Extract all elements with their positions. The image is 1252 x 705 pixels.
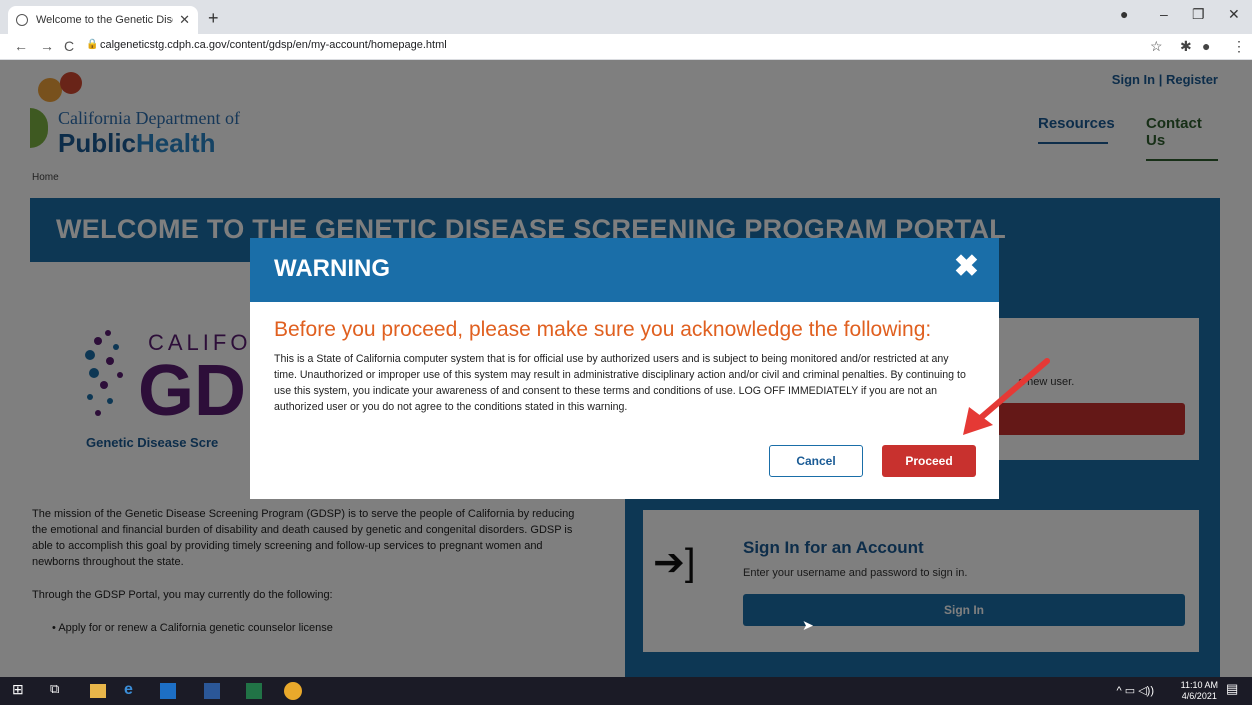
proceed-button[interactable]: Proceed — [882, 445, 976, 477]
windows-taskbar: ⊞ ⧉ e ^ ▭ ◁)) 11:10 AM 4/6/2021 ▤ — [0, 677, 1252, 705]
close-window-button[interactable]: ✕ — [1228, 6, 1240, 23]
system-tray-icons[interactable]: ^ ▭ ◁)) — [1117, 684, 1154, 697]
edge-browser-icon[interactable]: e — [124, 681, 144, 701]
globe-icon — [16, 14, 28, 26]
browser-tab[interactable]: Welcome to the Genetic Disease ✕ — [8, 6, 198, 34]
menu-icon[interactable]: ⋮ — [1232, 38, 1246, 55]
word-icon[interactable] — [204, 683, 220, 699]
reload-icon[interactable]: C — [64, 38, 74, 54]
browser-tab-strip: Welcome to the Genetic Disease ✕ + ● – ❐… — [0, 0, 1252, 34]
excel-icon[interactable] — [246, 683, 262, 699]
mouse-cursor-icon: ➤ — [802, 617, 814, 633]
browser-toolbar: ← → C 🔒 calgeneticstg.cdph.ca.gov/conten… — [0, 34, 1252, 60]
new-tab-button[interactable]: + — [208, 8, 219, 29]
lock-icon: 🔒 — [86, 39, 99, 50]
profile-record-icon[interactable]: ● — [1120, 6, 1128, 22]
chrome-icon[interactable] — [284, 682, 302, 700]
profile-icon[interactable]: ● — [1202, 38, 1210, 54]
back-arrow-icon[interactable]: ← — [14, 38, 28, 54]
clock[interactable]: 11:10 AM 4/6/2021 — [1181, 680, 1218, 702]
windows-start-icon[interactable]: ⊞ — [12, 681, 32, 701]
warning-modal: WARNING ✖ Before you proceed, please mak… — [250, 238, 999, 499]
forward-arrow-icon[interactable]: → — [40, 38, 54, 54]
maximize-button[interactable]: ❐ — [1192, 6, 1205, 23]
modal-subtitle: Before you proceed, please make sure you… — [274, 318, 932, 341]
tab-title: Welcome to the Genetic Disease — [36, 14, 173, 26]
close-tab-icon[interactable]: ✕ — [179, 12, 190, 28]
red-arrow-annotation — [963, 358, 1050, 435]
modal-title: WARNING — [274, 255, 390, 282]
star-icon[interactable]: ☆ — [1150, 38, 1163, 55]
address-bar[interactable]: calgeneticstg.cdph.ca.gov/content/gdsp/e… — [100, 39, 447, 51]
cancel-button[interactable]: Cancel — [769, 445, 863, 477]
modal-body: This is a State of California computer s… — [274, 353, 966, 413]
outlook-icon[interactable] — [160, 683, 176, 699]
modal-header: WARNING ✖ — [250, 238, 999, 302]
task-view-icon[interactable]: ⧉ — [50, 681, 70, 701]
extensions-icon[interactable]: ✱ — [1180, 38, 1192, 55]
minimize-button[interactable]: – — [1160, 6, 1168, 22]
file-explorer-icon[interactable] — [90, 684, 106, 698]
notifications-icon[interactable]: ▤ — [1226, 681, 1246, 701]
close-icon[interactable]: ✖ — [954, 252, 979, 282]
clock-date: 4/6/2021 — [1181, 691, 1217, 701]
clock-time: 11:10 AM — [1180, 680, 1218, 690]
